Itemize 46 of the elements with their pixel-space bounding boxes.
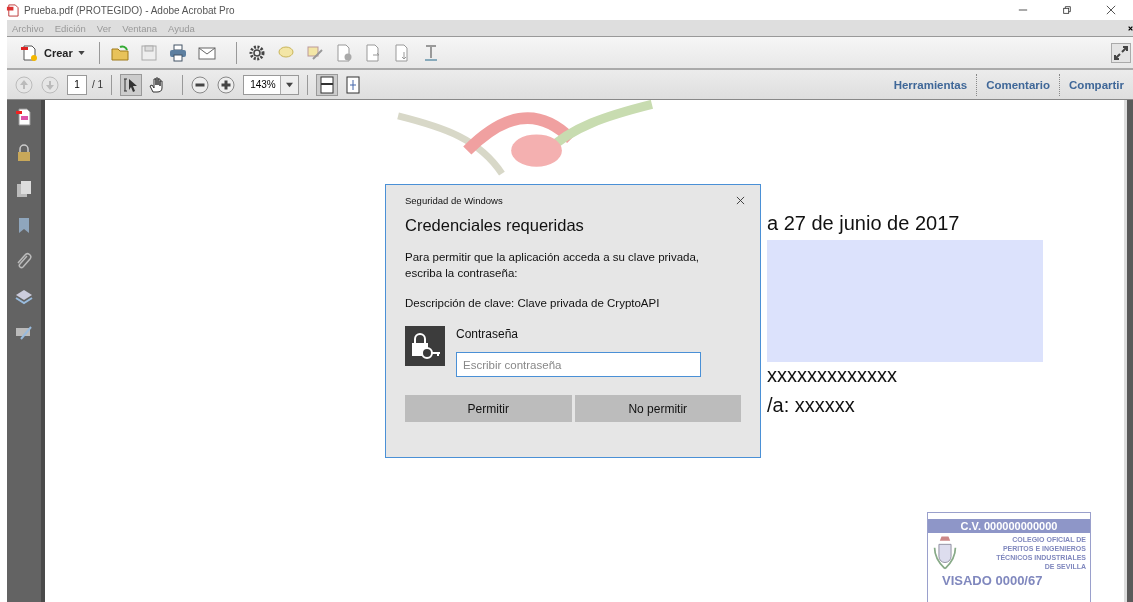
expand-icon[interactable] bbox=[1111, 42, 1131, 63]
zoom-dropdown[interactable]: 143% bbox=[243, 74, 300, 95]
fit-width-icon[interactable] bbox=[344, 75, 363, 94]
visa-number: VISADO 0000/67 bbox=[941, 573, 1044, 588]
document-icon[interactable] bbox=[15, 108, 33, 126]
dialog-heading: Credenciales requeridas bbox=[405, 216, 585, 235]
key-description: Descripción de clave: Clave privada de CryptoAPI bbox=[405, 296, 661, 311]
document-text: xxxxxxxxxxxxx bbox=[767, 364, 897, 387]
pdf-file-icon bbox=[6, 3, 19, 17]
restore-icon[interactable] bbox=[1062, 5, 1072, 15]
dialog-caption: Seguridad de Windows bbox=[405, 194, 503, 206]
lock-icon[interactable] bbox=[15, 144, 33, 162]
pages-icon[interactable] bbox=[15, 180, 33, 198]
zoom-in-icon[interactable] bbox=[217, 75, 236, 94]
zoom-out-icon[interactable] bbox=[191, 75, 210, 94]
print-icon[interactable] bbox=[167, 42, 188, 63]
close-icon[interactable] bbox=[1106, 5, 1116, 15]
panel-link[interactable]: Herramientas bbox=[884, 78, 977, 91]
field-label: Contraseña bbox=[456, 327, 520, 341]
create-button[interactable]: Crear bbox=[15, 40, 89, 65]
date-text: a 27 de junio de 2017 bbox=[767, 212, 960, 235]
fit-page-icon[interactable] bbox=[316, 73, 339, 96]
dialog-button[interactable]: No permitir bbox=[574, 395, 741, 422]
panel-link[interactable]: Comentario bbox=[977, 78, 1060, 91]
dialog-message: Para permitir que la aplicación acceda a su clave privada, escriba la contraseña: bbox=[405, 250, 701, 281]
select-cursor-icon[interactable] bbox=[120, 73, 143, 96]
window-title: Prueba.pdf (PROTEGIDO) - Adobe Acrobat Pro bbox=[24, 4, 235, 16]
page-number-field[interactable]: 1 bbox=[67, 74, 87, 95]
document-icon bbox=[19, 42, 39, 63]
close-icon[interactable] bbox=[736, 195, 745, 205]
document-text: /a: xxxxxx bbox=[767, 394, 855, 417]
save-icon[interactable] bbox=[138, 42, 159, 63]
page-total: / 1 bbox=[92, 79, 104, 90]
panel-link[interactable]: Compartir bbox=[1060, 78, 1133, 91]
dialog-button[interactable]: Permitir bbox=[405, 395, 572, 422]
open-folder-icon[interactable] bbox=[109, 42, 130, 63]
password-field[interactable]: Escribir contraseña bbox=[456, 352, 701, 377]
stamp-header: C.V. 000000000000 bbox=[928, 519, 1090, 533]
signature-icon[interactable] bbox=[15, 324, 33, 342]
paperclip-icon[interactable] bbox=[15, 252, 33, 270]
caret-icon bbox=[77, 50, 85, 55]
close-icon[interactable] bbox=[1128, 25, 1133, 31]
lock-key-icon bbox=[405, 326, 445, 366]
coat-of-arms-drawing bbox=[932, 535, 958, 571]
caret-icon bbox=[280, 75, 299, 94]
layers-icon[interactable] bbox=[15, 288, 33, 306]
